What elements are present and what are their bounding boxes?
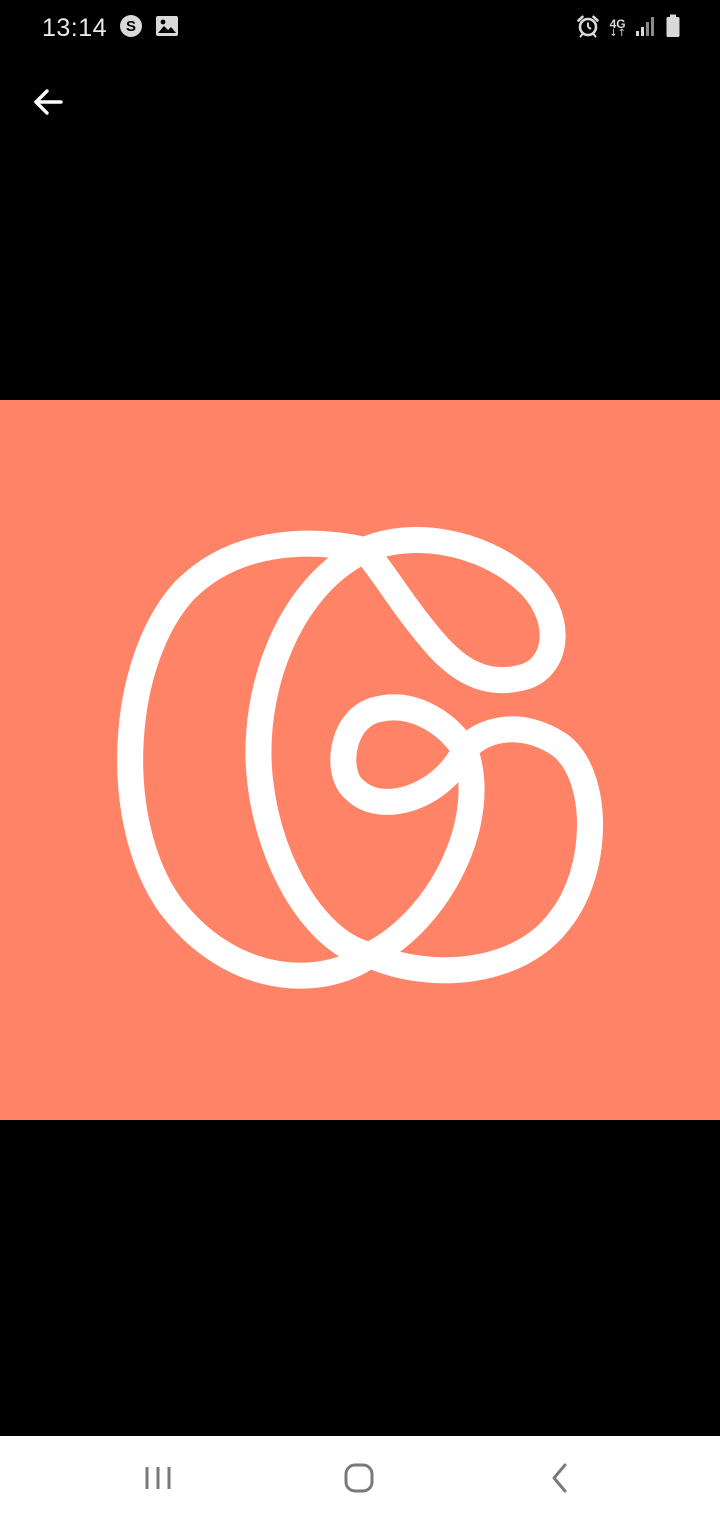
status-time: 13:14 bbox=[42, 13, 108, 42]
home-button[interactable] bbox=[319, 1448, 399, 1508]
network-arrows-icon: ↓↑ bbox=[609, 27, 626, 39]
system-back-button[interactable] bbox=[520, 1448, 600, 1508]
looped-g-logo bbox=[0, 400, 720, 1120]
svg-text:S: S bbox=[126, 18, 136, 35]
back-button[interactable] bbox=[18, 70, 78, 134]
recent-apps-icon bbox=[145, 1467, 171, 1489]
image-viewer[interactable] bbox=[0, 400, 720, 1120]
status-left-group: 13:14 S bbox=[42, 10, 179, 46]
app-bar bbox=[0, 56, 720, 152]
logo-background bbox=[0, 400, 720, 1120]
navigation-bar bbox=[0, 1436, 720, 1520]
gallery-notification-icon bbox=[155, 15, 179, 42]
status-bar: 13:14 S 4G ↓↑ bbox=[0, 0, 720, 56]
chevron-left-icon bbox=[552, 1463, 567, 1493]
recent-apps-button[interactable] bbox=[118, 1448, 198, 1508]
battery-icon bbox=[666, 14, 680, 43]
signal-icon bbox=[635, 15, 657, 42]
arrow-left-icon bbox=[34, 89, 63, 115]
network-type-indicator: 4G ↓↑ bbox=[609, 18, 626, 39]
status-right-group: 4G ↓↑ bbox=[576, 12, 680, 44]
home-icon bbox=[344, 1463, 374, 1493]
alarm-icon bbox=[576, 14, 600, 43]
skype-notification-icon: S bbox=[119, 14, 143, 43]
